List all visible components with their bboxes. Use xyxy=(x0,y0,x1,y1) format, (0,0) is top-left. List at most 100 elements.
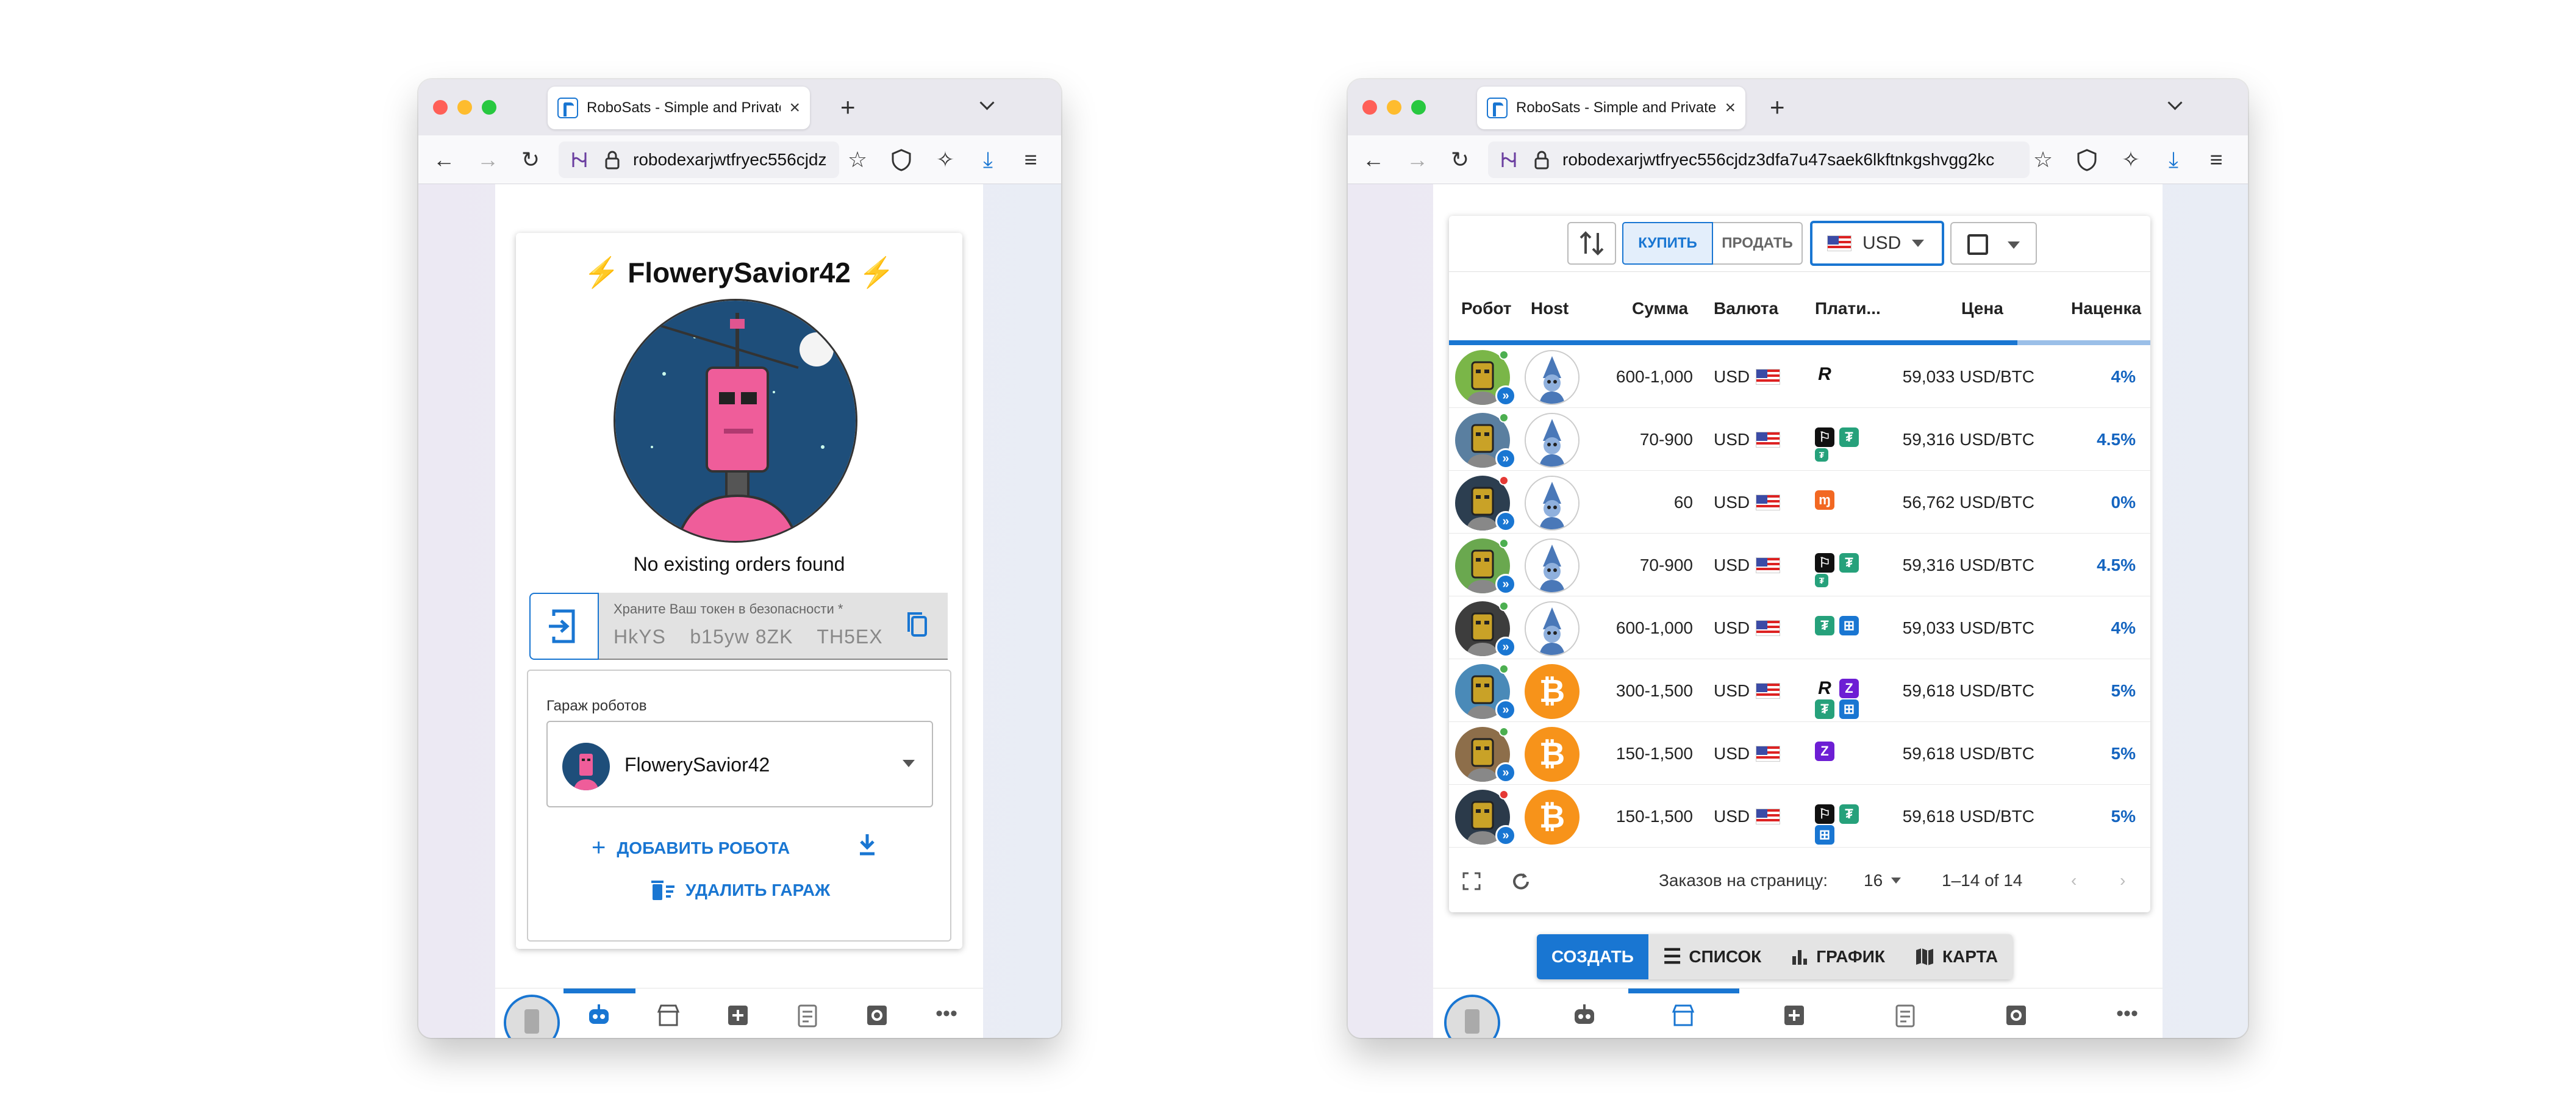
nav-more-icon[interactable]: ••• xyxy=(2114,1002,2141,1029)
browser-tab[interactable]: RoboSats - Simple and Private B × xyxy=(548,87,810,129)
amount-cell-text: 600-1,000 xyxy=(1615,618,1693,637)
token-value[interactable]: HkYS b15yw 8ZK TH5EX xyxy=(614,626,883,648)
shield-icon[interactable] xyxy=(2075,148,2099,172)
map-view-button[interactable]: КАРТА xyxy=(1899,934,2013,979)
table-row[interactable]: » 60 USD ɱ 56,762 USD/BTC 0% xyxy=(1449,471,2150,534)
column-header-host[interactable]: Host xyxy=(1531,299,1569,318)
fullscreen-icon[interactable] xyxy=(1461,871,1482,896)
shield-icon[interactable] xyxy=(889,148,914,172)
price-cell-text: 59,316 USD/BTC xyxy=(1902,555,2034,574)
nav-settings-icon[interactable] xyxy=(864,1002,890,1029)
prev-page-icon[interactable]: ‹ xyxy=(2071,871,2077,890)
new-tab-icon[interactable]: + xyxy=(1770,93,1785,122)
table-row[interactable]: » 600-1,000 USD ₮ ⊞ 59,033 USD/BTC 4% xyxy=(1449,596,2150,659)
nav-robot-icon[interactable] xyxy=(585,1002,612,1029)
table-row[interactable]: » ₿ 150-1,500 USD ⚐ ₮ ⊞ 59,618 USD/BTC 5% xyxy=(1449,785,2150,848)
garage-robot-select[interactable]: FlowerySavior42 xyxy=(546,721,933,807)
buy-toggle-button[interactable]: КУПИТЬ xyxy=(1622,222,1713,265)
tab-close-icon[interactable]: × xyxy=(1725,98,1736,118)
premium-cell-text: 0% xyxy=(2111,492,2136,512)
create-order-button[interactable]: СОЗДАТЬ xyxy=(1537,934,1648,979)
online-status-dot xyxy=(1499,664,1509,674)
url-bar[interactable]: robodexarjwtfryec556cjdz xyxy=(559,141,839,178)
rows-per-page-select[interactable]: 16 xyxy=(1864,871,1902,890)
minimize-window-button[interactable] xyxy=(457,100,472,115)
table-row[interactable]: » 70-900 USD ⚐ ₮ ₮ 59,316 USD/BTC 4.5% xyxy=(1449,534,2150,596)
chart-view-button[interactable]: ГРАФИК xyxy=(1776,934,1900,979)
bookmark-star-icon[interactable]: ☆ xyxy=(2031,148,2055,172)
dropdown-arrow-icon xyxy=(1891,878,1902,884)
column-header-payment[interactable]: Плати... xyxy=(1815,299,1881,318)
logout-button[interactable] xyxy=(529,593,599,660)
token-field[interactable]: Храните Ваш токен в безопасности * HkYS … xyxy=(599,593,948,660)
tab-list-chevron-icon[interactable] xyxy=(979,96,994,111)
nav-order-icon[interactable] xyxy=(794,1002,821,1029)
bookmark-star-icon[interactable]: ☆ xyxy=(845,148,870,172)
new-tab-icon[interactable]: + xyxy=(840,93,856,122)
host-bitcoin-icon[interactable]: ₿ xyxy=(1525,790,1580,845)
next-page-icon[interactable]: › xyxy=(2120,871,2125,890)
magic-wand-icon[interactable]: ✧ xyxy=(2119,148,2143,172)
sell-toggle-button[interactable]: ПРОДАТЬ xyxy=(1713,223,1801,263)
host-wizard-avatar[interactable] xyxy=(1525,350,1580,405)
tab-close-icon[interactable]: × xyxy=(789,98,800,118)
column-header-robot[interactable]: Робот xyxy=(1461,299,1512,318)
reload-icon[interactable]: ↻ xyxy=(1448,148,1472,172)
column-header-price[interactable]: Цена xyxy=(1961,299,2003,318)
robot-profile-avatar[interactable] xyxy=(504,995,560,1038)
back-arrow-icon[interactable]: ← xyxy=(1361,148,1386,172)
list-view-button[interactable]: ☰ СПИСОК xyxy=(1648,934,1776,979)
close-window-button[interactable] xyxy=(433,100,448,115)
forward-arrow-icon[interactable]: → xyxy=(1405,148,1429,172)
copy-icon[interactable] xyxy=(905,611,929,639)
table-row[interactable]: » 600-1,000 USD R 59,033 USD/BTC 4% xyxy=(1449,345,2150,408)
host-wizard-avatar[interactable] xyxy=(1525,476,1580,531)
column-header-premium[interactable]: Наценка xyxy=(2071,299,2141,318)
nav-offers-icon[interactable] xyxy=(655,1002,682,1029)
nav-settings-icon[interactable] xyxy=(2003,1002,2030,1029)
delete-garage-button[interactable]: УДАЛИТЬ ГАРАЖ xyxy=(650,878,830,903)
url-bar[interactable]: robodexarjwtfryec556cjdz3dfa7u47saek6lkf… xyxy=(1488,141,2030,178)
nav-order-icon[interactable] xyxy=(1892,1002,1919,1029)
magic-wand-icon[interactable]: ✧ xyxy=(933,148,957,172)
host-bitcoin-icon[interactable]: ₿ xyxy=(1525,727,1580,782)
column-header-currency[interactable]: Валюта xyxy=(1714,299,1778,318)
table-row[interactable]: » 70-900 USD ⚐ ₮ ₮ 59,316 USD/BTC 4.5% xyxy=(1449,408,2150,471)
onion-circuit-icon[interactable] xyxy=(567,148,592,172)
browser-tab[interactable]: RoboSats - Simple and Private B × xyxy=(1477,87,1745,129)
currency-cell: USD xyxy=(1714,596,1781,659)
column-header-amount[interactable]: Сумма xyxy=(1632,299,1688,318)
download-icon[interactable]: ⤓ xyxy=(976,148,1000,172)
table-row[interactable]: » ₿ 150-1,500 USD Z 59,618 USD/BTC 5% xyxy=(1449,722,2150,785)
nav-create-icon[interactable] xyxy=(724,1002,751,1029)
swap-direction-button[interactable] xyxy=(1567,222,1616,265)
payment-method-select[interactable] xyxy=(1950,222,2037,265)
add-robot-button[interactable]: + ДОБАВИТЬ РОБОТА xyxy=(592,834,790,862)
refresh-icon[interactable] xyxy=(1510,871,1532,897)
tab-list-chevron-icon[interactable] xyxy=(2167,96,2182,111)
host-wizard-avatar[interactable] xyxy=(1525,601,1580,656)
nav-more-icon[interactable]: ••• xyxy=(933,1002,960,1029)
host-wizard-avatar[interactable] xyxy=(1525,538,1580,593)
maximize-window-button[interactable] xyxy=(1411,100,1426,115)
table-row[interactable]: » ₿ 300-1,500 USD R Z ₮ ⊞ 59,618 USD/BTC 5% xyxy=(1449,659,2150,722)
download-garage-button[interactable] xyxy=(855,831,879,857)
menu-icon[interactable]: ≡ xyxy=(2204,148,2228,172)
forward-arrow-icon[interactable]: → xyxy=(476,148,500,172)
currency-select[interactable]: USD xyxy=(1810,221,1944,266)
maximize-window-button[interactable] xyxy=(482,100,496,115)
host-wizard-avatar[interactable] xyxy=(1525,413,1580,468)
reload-icon[interactable]: ↻ xyxy=(518,148,543,172)
menu-icon[interactable]: ≡ xyxy=(1018,148,1043,172)
nav-create-icon[interactable] xyxy=(1781,1002,1808,1029)
back-arrow-icon[interactable]: ← xyxy=(432,148,456,172)
nav-offers-icon[interactable] xyxy=(1670,1002,1697,1029)
robosats-favicon-icon xyxy=(1487,98,1508,118)
onion-circuit-icon[interactable] xyxy=(1497,148,1521,172)
robot-profile-avatar[interactable] xyxy=(1444,995,1500,1038)
download-icon[interactable]: ⤓ xyxy=(2161,148,2186,172)
host-bitcoin-icon[interactable]: ₿ xyxy=(1525,664,1580,719)
minimize-window-button[interactable] xyxy=(1387,100,1401,115)
close-window-button[interactable] xyxy=(1362,100,1377,115)
nav-robot-icon[interactable] xyxy=(1571,1002,1598,1029)
